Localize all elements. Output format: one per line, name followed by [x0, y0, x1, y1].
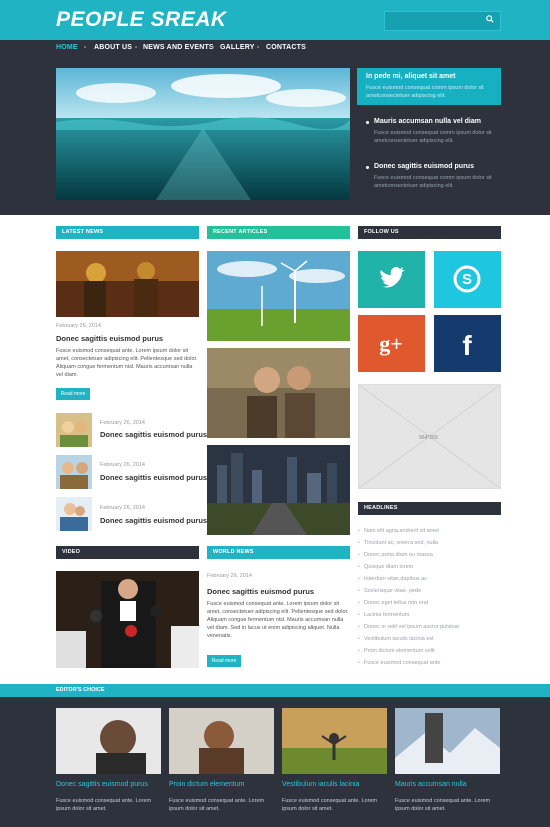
news-date: February 26, 2014 [100, 462, 145, 468]
news-title[interactable]: Donec sagittis euismod purus [56, 334, 163, 343]
headline-link[interactable]: Lacinia fermentum [358, 612, 409, 618]
news-text: Fusce euismod consequat ante. Lorem ipsu… [207, 601, 349, 639]
headline-link[interactable]: Quisque diam lorem [358, 564, 413, 570]
follow-us-heading: FOLLOW US [358, 226, 501, 239]
news-date: February 26, 2014 [100, 420, 145, 426]
headline-link[interactable]: Fusce euismod consequat ante [358, 660, 440, 666]
editor-image[interactable] [395, 708, 500, 774]
facebook-icon: f [462, 330, 472, 361]
bullet-icon [366, 121, 369, 124]
nav-separator [135, 46, 137, 48]
article-image[interactable] [207, 251, 350, 341]
search-input[interactable] [384, 11, 501, 31]
news-image[interactable] [56, 251, 199, 317]
news-date: February 26, 2014 [207, 573, 252, 579]
hero-slider: In pede mi, aliquet sit amet Fusce euism… [0, 58, 550, 215]
search-icon[interactable] [480, 12, 500, 30]
skype-button[interactable]: S [434, 251, 501, 308]
nav-news[interactable]: NEWS AND EVENTS [143, 44, 214, 51]
hero-item-title: Mauris accumsan nulla vel diam [374, 118, 481, 125]
google-plus-icon: g+ [379, 331, 403, 356]
hero-item-title: In pede mi, aliquet sit amet [366, 73, 456, 80]
twitter-button[interactable] [358, 251, 425, 308]
editor-title[interactable]: Donec sagittis euismod purus [56, 781, 148, 788]
news-title[interactable]: Donec sagittis euismod purus [100, 430, 207, 439]
main-nav: HOME ABOUT US NEWS AND EVENTS GALLERY CO… [0, 40, 550, 58]
news-date: February 26, 2014 [100, 505, 145, 511]
thumb-image[interactable] [56, 497, 92, 531]
news-date: February 26, 2014 [56, 323, 101, 329]
headline-link[interactable]: Scelerisque vitae, pede [358, 588, 421, 594]
video-player[interactable] [56, 571, 199, 668]
video-heading: VIDEO [56, 546, 199, 559]
news-title[interactable]: Donec sagittis euismod purus [100, 516, 207, 525]
hero-item-text: Fusce euismod consequat comm ipsum dolor… [366, 85, 484, 99]
hero-list: In pede mi, aliquet sit amet Fusce euism… [357, 68, 501, 203]
editor-image[interactable] [169, 708, 274, 774]
hero-item[interactable]: In pede mi, aliquet sit amet Fusce euism… [357, 68, 501, 105]
headline-link[interactable]: Vestibulum iaculis lacinia est [358, 636, 434, 642]
headline-link[interactable]: Donec eget tellus non erat [358, 600, 428, 606]
latest-news-heading: LATEST NEWS [56, 226, 199, 239]
world-news-heading: WORLD NEWS [207, 546, 350, 559]
read-more-button[interactable]: Read more [56, 388, 90, 400]
nav-separator [257, 46, 259, 48]
article-image[interactable] [207, 445, 350, 535]
editor-text: Fusce euismod consequat ante. Lorem ipsu… [169, 798, 265, 812]
editors-choice-heading: EDITOR'S CHOICE [56, 687, 105, 693]
skype-icon: S [462, 271, 472, 288]
editor-text: Fusce euismod consequat ante. Lorem ipsu… [282, 798, 378, 812]
hero-image[interactable] [56, 68, 350, 200]
editor-image[interactable] [56, 708, 161, 774]
hero-item-title: Donec sagittis euismod purus [374, 163, 474, 170]
read-more-button[interactable]: Read more [207, 655, 241, 667]
hero-item[interactable]: Mauris accumsan nulla vel diam Fusce eui… [357, 113, 501, 150]
news-title[interactable]: Donec sagittis euismod purus [100, 473, 207, 482]
bullet-icon [366, 166, 369, 169]
hero-item-text: Fusce euismod consequat comm ipsum dolor… [374, 175, 492, 189]
headline-link[interactable]: Donec porta diam eu massa [358, 552, 433, 558]
recent-articles-heading: RECENT ARTICLES [207, 226, 350, 239]
headline-link[interactable]: Tincidunt ac, viverra sed, nulla [358, 540, 438, 546]
headline-link[interactable]: Proin dictum elementum velit [358, 648, 435, 654]
article-image[interactable] [207, 348, 350, 438]
editor-image[interactable] [282, 708, 387, 774]
nav-separator [212, 46, 214, 48]
editor-title[interactable]: Vestibulum iaculis lacinia [282, 781, 359, 788]
ad-size-label: 964*269 [419, 435, 438, 441]
headline-link[interactable]: Nam elit agna,endrerit sit amet [358, 528, 439, 534]
facebook-button[interactable]: f [434, 315, 501, 372]
nav-home[interactable]: HOME [56, 44, 78, 51]
ad-placeholder[interactable]: 964*269 [358, 384, 501, 489]
editor-text: Fusce euismod consequat ante. Lorem ipsu… [56, 798, 152, 812]
nav-about[interactable]: ABOUT US [94, 44, 132, 51]
editor-title[interactable]: Mauris accumsan nulla [395, 781, 467, 788]
news-title[interactable]: Donec sagittis euismod purus [207, 587, 314, 596]
site-logo[interactable]: PEOPLE SREAK [56, 8, 227, 32]
editors-choice-bar: EDITOR'S CHOICE [0, 684, 550, 697]
hero-item-text: Fusce euismod consequat comm ipsum dolor… [374, 130, 492, 144]
editor-title[interactable]: Proin dictum elementum [169, 781, 244, 788]
thumb-image[interactable] [56, 413, 92, 447]
nav-gallery[interactable]: GALLERY [220, 44, 255, 51]
site-header: PEOPLE SREAK [0, 0, 550, 40]
nav-contacts[interactable]: CONTACTS [266, 44, 306, 51]
nav-separator [84, 46, 86, 48]
editor-text: Fusce euismod consequat ante. Lorem ipsu… [395, 798, 491, 812]
news-text: Fusce euismod consequat ante. Lorem ipsu… [56, 348, 198, 378]
headline-link[interactable]: Interdum vitae,dapibus ac [358, 576, 427, 582]
twitter-icon [380, 267, 405, 288]
google-plus-button[interactable]: g+ [358, 315, 425, 372]
headline-link[interactable]: Donec in velit vel ipsum auctor pulvinar [358, 624, 459, 630]
headlines-heading: HEADLINES [358, 502, 501, 515]
hero-item[interactable]: Donec sagittis euismod purus Fusce euism… [357, 158, 501, 195]
thumb-image[interactable] [56, 455, 92, 489]
